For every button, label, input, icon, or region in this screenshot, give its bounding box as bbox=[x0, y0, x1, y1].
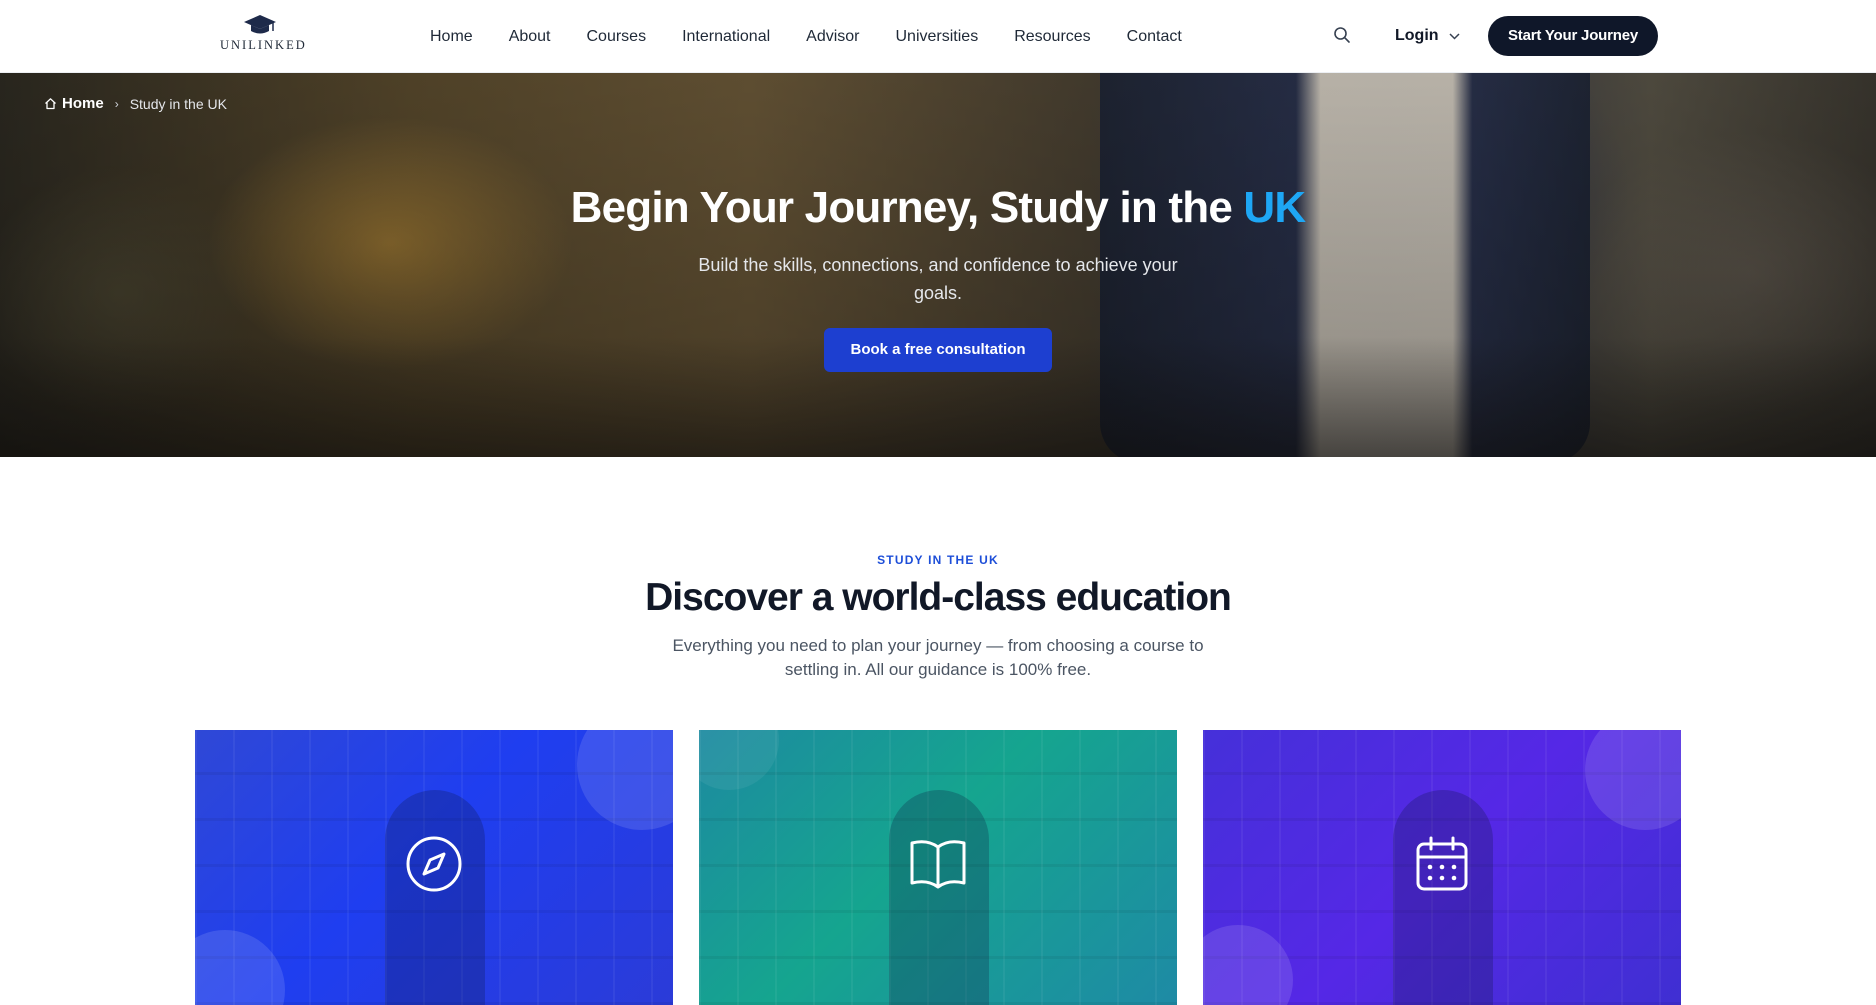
card-photo-student bbox=[889, 790, 989, 1005]
start-your-journey-button[interactable]: Start Your Journey bbox=[1488, 16, 1658, 56]
feature-card-plan[interactable] bbox=[195, 730, 673, 1005]
hero-title: Begin Your Journey, Study in the UK bbox=[0, 183, 1876, 233]
feature-card-courses[interactable] bbox=[699, 730, 1177, 1005]
nav-contact[interactable]: Contact bbox=[1127, 28, 1182, 46]
search-icon bbox=[1334, 27, 1350, 43]
search-button[interactable] bbox=[1333, 26, 1353, 46]
nav-home[interactable]: Home bbox=[430, 28, 473, 46]
open-book-icon bbox=[908, 834, 968, 894]
breadcrumb-current: Study in the UK bbox=[129, 95, 227, 112]
nav-advisor[interactable]: Advisor bbox=[806, 28, 859, 46]
card-photo-student bbox=[385, 790, 485, 1005]
home-icon bbox=[45, 98, 56, 110]
hero-title-accent: UK bbox=[1243, 183, 1306, 232]
section-description: Everything you need to plan your journey… bbox=[672, 636, 1204, 679]
hero-subtitle: Build the skills, connections, and confi… bbox=[698, 255, 1178, 303]
section-eyebrow: STUDY IN THE UK bbox=[877, 553, 999, 567]
section-title: Discover a world-class education bbox=[645, 576, 1232, 619]
breadcrumb: Home › Study in the UK bbox=[44, 95, 227, 112]
hero-banner: Home › Study in the UK Begin Your Journe… bbox=[0, 73, 1876, 457]
nav-courses[interactable]: Courses bbox=[587, 28, 647, 46]
nav-about[interactable]: About bbox=[509, 28, 551, 46]
book-consultation-button[interactable]: Book a free consultation bbox=[824, 328, 1052, 372]
login-label: Login bbox=[1395, 27, 1439, 44]
chevron-down-icon bbox=[1449, 32, 1460, 40]
logo-text: UNILINKED bbox=[220, 38, 307, 52]
graduation-cap-icon bbox=[244, 15, 276, 34]
login-dropdown[interactable]: Login bbox=[1395, 24, 1460, 48]
nav-universities[interactable]: Universities bbox=[896, 28, 979, 46]
breadcrumb-home[interactable]: Home bbox=[44, 95, 104, 112]
main-nav: Home About Courses International Advisor… bbox=[430, 0, 1218, 73]
breadcrumb-home-label: Home bbox=[62, 95, 104, 112]
hero-title-main: Begin Your Journey, Study in the bbox=[570, 183, 1244, 232]
nav-international[interactable]: International bbox=[682, 28, 770, 46]
site-header: UNILINKED Home About Courses Internation… bbox=[0, 0, 1876, 73]
compass-icon bbox=[404, 834, 464, 894]
unilinked-logo[interactable]: UNILINKED bbox=[220, 14, 307, 52]
chevron-right-icon: › bbox=[114, 96, 119, 111]
feature-card-timeline[interactable] bbox=[1203, 730, 1681, 1005]
calendar-icon bbox=[1412, 834, 1472, 894]
nav-resources[interactable]: Resources bbox=[1014, 28, 1090, 46]
card-photo-student bbox=[1393, 790, 1493, 1005]
